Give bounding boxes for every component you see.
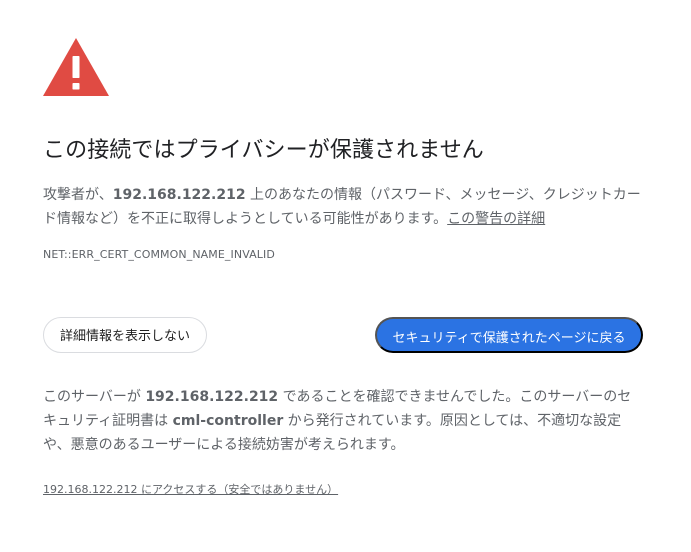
learn-more-link[interactable]: この警告の詳細 [447, 211, 545, 227]
details-host-address: 192.168.122.212 [145, 389, 279, 405]
warning-summary: 攻撃者が、192.168.122.212 上のあなたの情報（パスワード、メッセー… [43, 183, 643, 231]
details-text: このサーバーが 192.168.122.212 であることを確認できませんでした… [43, 385, 643, 457]
hide-details-button[interactable]: 詳細情報を表示しない [43, 317, 207, 353]
proceed-unsafe-link[interactable]: 192.168.122.212 にアクセスする（安全ではありません） [43, 483, 338, 497]
certificate-name: cml-controller [172, 413, 284, 429]
error-code: NET::ERR_CERT_COMMON_NAME_INVALID [43, 248, 275, 261]
page-title: この接続ではプライバシーが保護されません [43, 138, 484, 163]
back-to-safety-button[interactable]: セキュリティで保護されたページに戻る [375, 317, 643, 353]
host-address: 192.168.122.212 [112, 187, 246, 203]
summary-text-before-host: 攻撃者が、 [43, 187, 113, 203]
warning-triangle-icon [43, 38, 109, 96]
details-text-before-host: このサーバーが [43, 389, 146, 405]
